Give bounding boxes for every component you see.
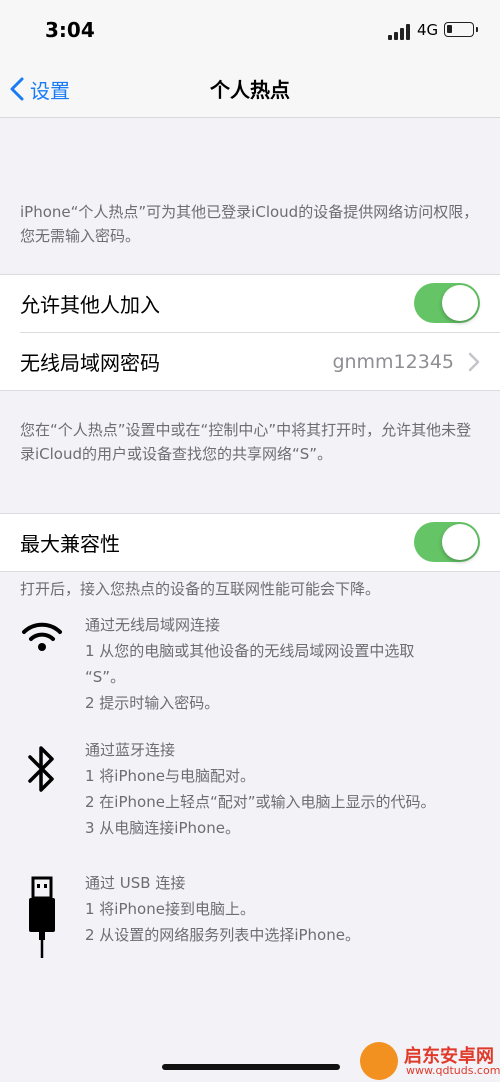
bluetooth-method-title: 通过蓝牙连接 (85, 741, 176, 759)
navigation-bar: 设置 个人热点 (0, 60, 500, 118)
max-compat-toggle[interactable] (414, 522, 480, 562)
usb-step-1: 1 将iPhone接到电脑上。 (85, 900, 255, 918)
usb-cable-icon (29, 876, 55, 958)
chevron-right-icon (468, 352, 480, 372)
wifi-step-1: 1 从您的电脑或其他设备的无线局域网设置中选取 (85, 642, 415, 660)
compat-info-text: 打开后，接入您热点的设备的互联网性能可能会下降。 (20, 580, 381, 598)
max-compat-row: 最大兼容性 (0, 514, 500, 571)
usb-method-title: 通过 USB 连接 (85, 874, 186, 892)
wifi-password-value: gnmm12345 (332, 350, 454, 373)
status-time: 3:04 (45, 18, 95, 42)
page-title: 个人热点 (210, 78, 290, 102)
allow-others-row: 允许其他人加入 (0, 275, 500, 332)
status-bar: 3:04 4G (0, 0, 500, 60)
wifi-step-1-cont: “S”。 (85, 668, 126, 686)
allow-others-label: 允许其他人加入 (20, 293, 160, 317)
watermark: 启东安卓网 www.qdtuds.com (360, 1040, 500, 1082)
bluetooth-step-3: 3 从电脑连接iPhone。 (85, 819, 240, 837)
hotspot-info-text: iPhone“个人热点”可为其他已登录iCloud的设备提供网络访问权限，您无需… (20, 203, 479, 245)
discover-info-text: 您在“个人热点”设置中或在“控制中心”中将其打开时，允许其他未登录iCloud的… (20, 421, 472, 463)
watermark-logo (360, 1042, 398, 1080)
wifi-icon (22, 622, 62, 651)
home-indicator (162, 1064, 340, 1070)
compat-settings-group: 最大兼容性 (0, 513, 500, 572)
wifi-step-2: 2 提示时输入密码。 (85, 694, 220, 712)
usb-step-2: 2 从设置的网络服务列表中选择iPhone。 (85, 926, 360, 944)
network-type: 4G (417, 21, 439, 39)
bluetooth-step-2: 2 在iPhone上轻点“配对”或输入电脑上显示的代码。 (85, 793, 436, 811)
bluetooth-step-1: 1 将iPhone与电脑配对。 (85, 767, 255, 785)
wifi-password-label: 无线局域网密码 (20, 351, 160, 375)
signal-icon (388, 24, 410, 40)
hotspot-settings-group: 允许其他人加入 无线局域网密码 gnmm12345 (0, 274, 500, 391)
wifi-password-row[interactable]: 无线局域网密码 gnmm12345 (20, 332, 500, 390)
wifi-method-title: 通过无线局域网连接 (85, 616, 221, 634)
bluetooth-icon (28, 746, 54, 792)
battery-icon (444, 22, 478, 37)
allow-others-toggle[interactable] (414, 283, 480, 323)
max-compat-label: 最大兼容性 (20, 532, 120, 556)
watermark-url: www.qdtuds.com (406, 1064, 500, 1077)
